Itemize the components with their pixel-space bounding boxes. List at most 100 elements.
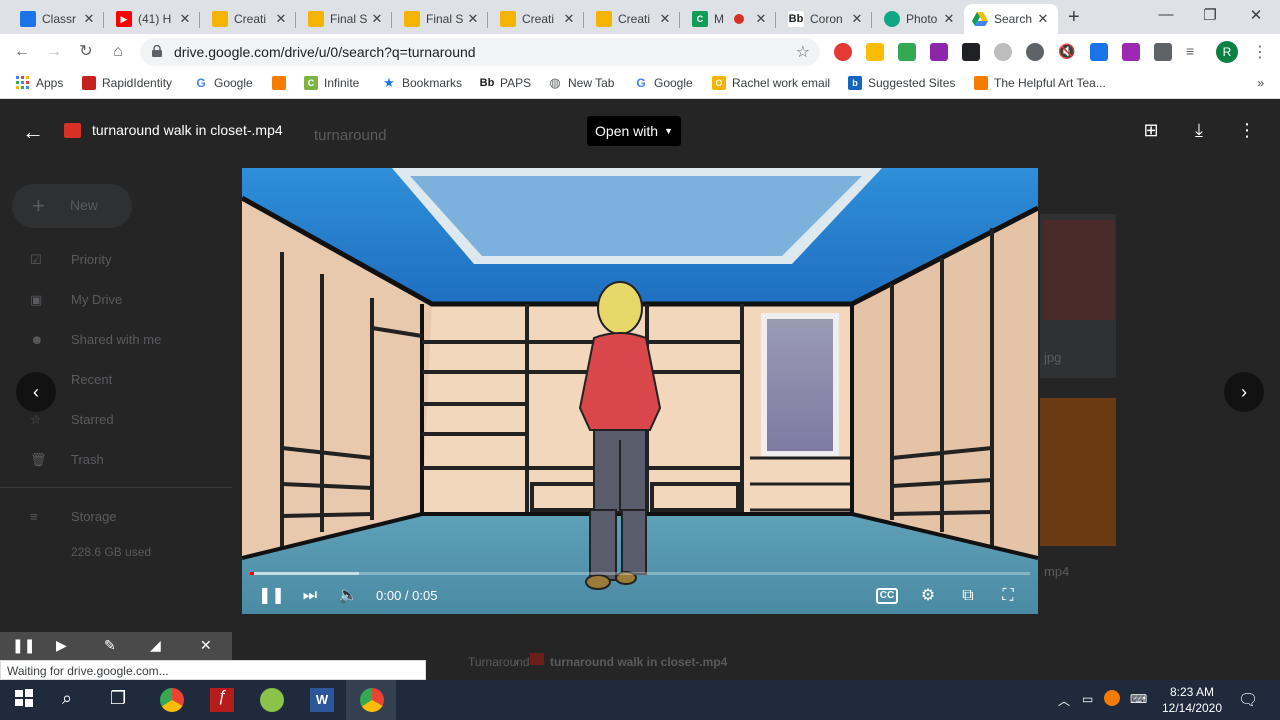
flash-icon[interactable]: ƒ xyxy=(210,688,234,712)
close-icon[interactable]: ✕ xyxy=(658,11,672,27)
tab-8[interactable]: Bb Coron ✕ xyxy=(780,4,872,34)
next-file-button[interactable]: › xyxy=(1224,372,1264,412)
nav-my-drive[interactable]: My Drive xyxy=(71,292,122,307)
pause-icon[interactable]: ❚❚ xyxy=(12,637,35,654)
add-to-drive-icon[interactable]: ⊞ xyxy=(1140,120,1162,142)
captions-icon[interactable]: CC xyxy=(876,588,898,604)
miniplayer-icon[interactable]: ⧉ xyxy=(956,584,980,608)
tray-chevron-icon[interactable]: ︿ xyxy=(1058,692,1070,709)
bookmark-helpful-art[interactable]: The Helpful Art Tea... xyxy=(974,76,1106,90)
breadcrumb-folder[interactable]: Turnaround xyxy=(468,655,530,669)
tab-5[interactable]: Creati ✕ xyxy=(492,4,584,34)
close-icon[interactable]: ✕ xyxy=(1036,11,1050,27)
tab-1[interactable]: ▶ (41) H ✕ xyxy=(108,4,200,34)
browser-menu-icon[interactable]: ⋮ xyxy=(1252,42,1268,62)
bookmark-new-tab[interactable]: ◍ New Tab xyxy=(548,75,614,90)
forward-icon[interactable]: → xyxy=(44,42,64,62)
bookmark-blogger[interactable] xyxy=(272,76,292,90)
extension-icon-6[interactable] xyxy=(994,43,1012,61)
settings-icon[interactable]: ⚙ xyxy=(916,584,940,608)
video-player[interactable]: ❚❚ ⏭ 🔈 0:00 / 0:05 CC ⚙ ⧉ ⛶ xyxy=(242,168,1038,614)
search-icon[interactable]: ⌕ xyxy=(62,688,86,712)
tab-7[interactable]: C M ✕ xyxy=(684,4,776,34)
windows-start-icon[interactable] xyxy=(14,688,38,712)
nav-starred[interactable]: Starred xyxy=(71,412,114,427)
chrome-icon[interactable] xyxy=(360,688,384,712)
reload-icon[interactable]: ↻ xyxy=(76,42,96,62)
bookmark-rapididentity[interactable]: RapidIdentity xyxy=(82,76,172,90)
download-icon[interactable]: ⤓ xyxy=(1188,120,1210,142)
tab-4[interactable]: Final S ✕ xyxy=(396,4,488,34)
bookmark-bookmarks[interactable]: ★ Bookmarks xyxy=(382,75,462,90)
minimize-icon[interactable]: — xyxy=(1156,6,1176,23)
extension-icon-7[interactable] xyxy=(1026,43,1044,61)
tab-0[interactable]: Classr ✕ xyxy=(12,4,104,34)
bookmark-paps[interactable]: Bb PAPS xyxy=(480,76,531,90)
back-arrow-icon[interactable]: ← xyxy=(22,119,44,145)
extension-icon-10[interactable] xyxy=(1122,43,1140,61)
puzzle-icon[interactable] xyxy=(1154,43,1172,61)
keyboard-icon[interactable]: ⌨ xyxy=(1130,692,1147,706)
chrome-icon[interactable] xyxy=(160,688,184,712)
close-icon[interactable]: ✕ xyxy=(82,11,96,27)
close-icon[interactable]: ✕ xyxy=(942,11,956,27)
tab-6[interactable]: Creati ✕ xyxy=(588,4,680,34)
word-icon[interactable]: W xyxy=(310,688,334,712)
bookmark-apps[interactable]: Apps xyxy=(16,76,63,90)
notifications-icon[interactable]: 🗨 xyxy=(1238,690,1258,710)
qr-code-icon[interactable] xyxy=(962,43,980,61)
volume-icon[interactable]: 🔈 xyxy=(336,584,360,608)
tab-2[interactable]: Creati ✕ xyxy=(204,4,296,34)
paint-icon[interactable] xyxy=(260,688,284,712)
close-icon[interactable]: ✕ xyxy=(850,11,864,27)
eraser-icon[interactable]: ◢ xyxy=(150,637,161,654)
bookmark-google[interactable]: G Google xyxy=(194,76,252,90)
thumbnail-1[interactable]: jpg xyxy=(1040,214,1116,378)
task-view-icon[interactable]: ❐ xyxy=(110,688,134,712)
bookmark-work-email[interactable]: O Rachel work email xyxy=(712,76,830,90)
close-window-icon[interactable]: ✕ xyxy=(1246,6,1266,24)
bookmarks-overflow[interactable]: » xyxy=(1257,76,1264,90)
close-icon[interactable]: ✕ xyxy=(754,11,768,27)
battery-icon[interactable]: ▭ xyxy=(1082,692,1093,706)
close-icon[interactable]: ✕ xyxy=(274,11,288,27)
bookmark-infinite[interactable]: C Infinite xyxy=(304,76,359,90)
system-clock[interactable]: 8:23 AM 12/14/2020 xyxy=(1156,684,1228,716)
mute-icon[interactable]: 🔇 xyxy=(1058,43,1076,61)
nav-trash[interactable]: Trash xyxy=(71,452,104,467)
avatar[interactable]: R xyxy=(1216,41,1238,63)
close-icon[interactable]: ✕ xyxy=(562,11,576,27)
thumbnail-2[interactable] xyxy=(1040,398,1116,546)
play-icon[interactable]: ▶ xyxy=(56,637,67,654)
bookmark-suggested-sites[interactable]: b Suggested Sites xyxy=(848,76,955,90)
bookmark-google-2[interactable]: G Google xyxy=(634,76,692,90)
back-icon[interactable]: ← xyxy=(12,42,32,62)
extension-icon-9[interactable] xyxy=(1090,43,1108,61)
new-button[interactable]: + New xyxy=(12,184,132,228)
bookmark-star-icon[interactable]: ☆ xyxy=(796,42,810,62)
nav-recent[interactable]: Recent xyxy=(71,372,112,387)
restore-icon[interactable]: ❐ xyxy=(1200,6,1220,24)
nav-shared[interactable]: Shared with me xyxy=(71,332,161,347)
next-icon[interactable]: ⏭ xyxy=(298,584,322,608)
close-icon[interactable]: ✕ xyxy=(370,11,384,27)
extension-icon-4[interactable] xyxy=(930,43,948,61)
address-bar[interactable]: drive.google.com/drive/u/0/search?q=turn… xyxy=(140,38,820,66)
pen-icon[interactable]: ✎ xyxy=(104,637,116,654)
media-control-icon[interactable]: ≡ xyxy=(1186,43,1204,61)
app-tray-icon[interactable] xyxy=(1104,690,1120,706)
tab-10-active[interactable]: Search ✕ xyxy=(964,4,1058,34)
progress-bar[interactable] xyxy=(250,572,1030,575)
tab-3[interactable]: Final S ✕ xyxy=(300,4,392,34)
fullscreen-icon[interactable]: ⛶ xyxy=(996,584,1020,608)
previous-file-button[interactable]: ‹ xyxy=(16,372,56,412)
tab-9[interactable]: Photo ✕ xyxy=(876,4,964,34)
close-icon[interactable]: ✕ xyxy=(200,637,212,654)
extension-icon-3[interactable] xyxy=(898,43,916,61)
open-with-button[interactable]: Open with ▼ xyxy=(587,116,681,146)
extension-icon-2[interactable] xyxy=(866,43,884,61)
close-icon[interactable]: ✕ xyxy=(178,11,192,27)
pause-icon[interactable]: ❚❚ xyxy=(258,584,285,608)
close-icon[interactable]: ✕ xyxy=(466,11,480,27)
new-tab-icon[interactable]: + xyxy=(1068,6,1080,29)
